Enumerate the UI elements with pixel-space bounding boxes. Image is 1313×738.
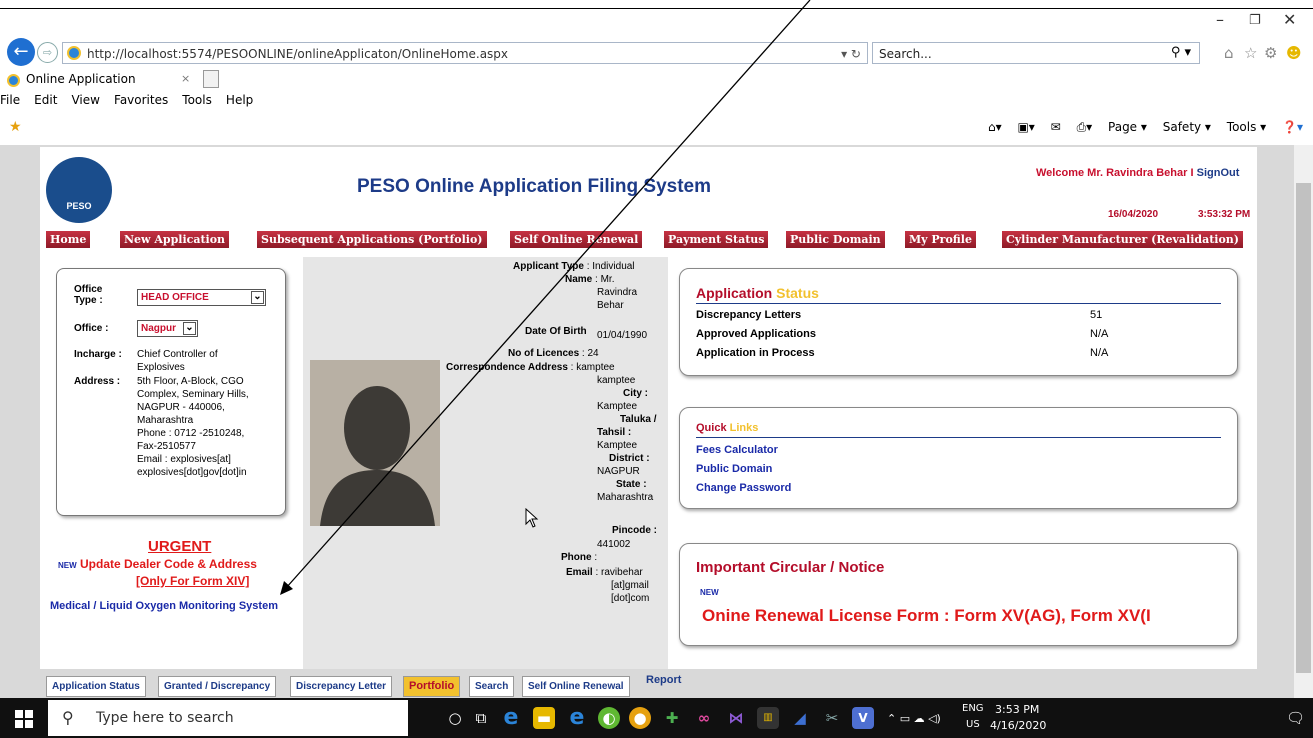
cortana-icon[interactable]: ○ xyxy=(444,707,466,729)
powerbi-icon[interactable]: ▥ xyxy=(757,707,779,729)
app-icon-1[interactable]: ✚ xyxy=(661,707,683,729)
taskbar-search-input[interactable]: ⚲ Type here to search xyxy=(48,700,408,736)
task-view-icon[interactable]: ⧉ xyxy=(470,707,492,729)
taskbar-search-placeholder: Type here to search xyxy=(96,710,234,726)
notification-icon[interactable]: 🗨 xyxy=(1286,709,1305,727)
app-icon-4[interactable]: ✂ xyxy=(821,707,843,729)
chrome-icon[interactable]: ● xyxy=(629,707,651,729)
visual-studio-icon[interactable]: ⋈ xyxy=(725,707,747,729)
system-tray-icons[interactable]: ⌃ ▭ ☁ ◁) xyxy=(887,712,941,725)
app-icon-3[interactable]: ◢ xyxy=(789,707,811,729)
vs-code-icon[interactable]: V xyxy=(852,707,874,729)
windows-start-icon[interactable] xyxy=(15,710,33,733)
annotation-arrow xyxy=(280,0,811,595)
tray-lang[interactable]: ENG xyxy=(962,703,984,714)
eclipse-icon[interactable]: ◐ xyxy=(598,707,620,729)
ie-icon[interactable]: e xyxy=(566,707,588,729)
tray-region[interactable]: US xyxy=(966,719,980,730)
tray-time[interactable]: 3:53 PM xyxy=(995,703,1039,716)
search-icon: ⚲ xyxy=(62,708,74,727)
app-icon-2[interactable]: ∞ xyxy=(693,707,715,729)
edge-icon[interactable]: e xyxy=(500,707,522,729)
file-explorer-icon[interactable]: ▬ xyxy=(533,707,555,729)
tray-date[interactable]: 4/16/2020 xyxy=(990,719,1046,732)
